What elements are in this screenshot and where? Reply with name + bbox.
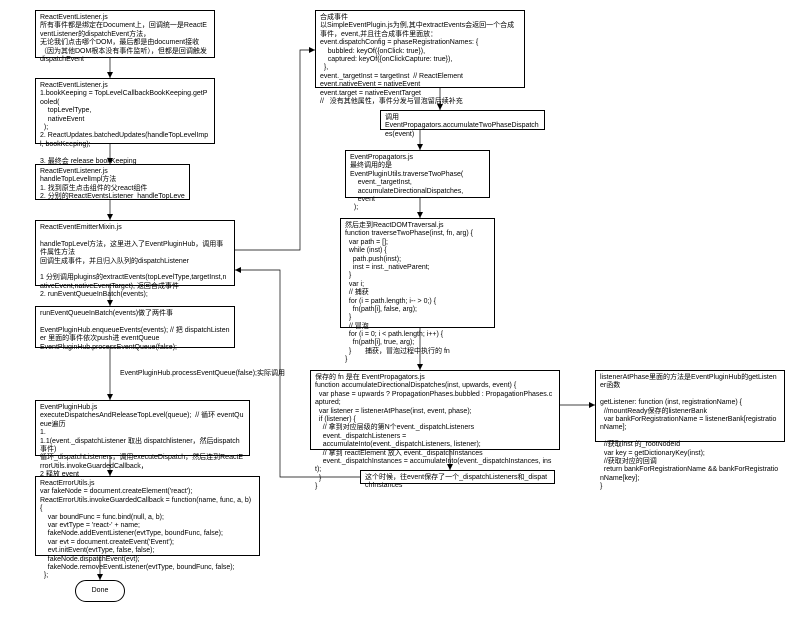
node-handle-top-level-impl: ReactEventListener.js handleTopLevelImpl… <box>35 164 190 200</box>
node-accumulate-directional: 保存的 fn 是在 EventPropagators.js function a… <box>310 370 560 450</box>
node-react-dom-traversal: 然后走到ReactDOMTraversal.js function traver… <box>340 218 495 328</box>
node-bookkeeping: ReactEventListener.js 1.bookKeeping = To… <box>35 78 215 144</box>
node-call-accumulate-two-phase: 调用 EventPropagators.accumulateTwoPhaseDi… <box>380 110 545 130</box>
node-event-saved-dispatch: 这个时候，往event保存了一个_dispatchListeners和_disp… <box>360 470 555 484</box>
node-event-emitter-mixin: ReactEventEmitterMixin.js handleTopLevel… <box>35 220 235 286</box>
node-done: Done <box>75 580 125 602</box>
node-react-error-utils: ReactErrorUtils.js var fakeNode = docume… <box>35 476 260 556</box>
label-capture-bubble-fn: 捕获，冒泡过程中执行的 fn <box>365 348 505 356</box>
node-event-plugin-hub-dispatch: EventPluginHub.js executeDispatchesAndRe… <box>35 400 250 456</box>
node-event-propagators-traverse: EventPropagators.js 最终调用的是 EventPluginUt… <box>345 150 490 198</box>
node-listener-at-phase: listenerAtPhase里面的方法是EventPluginHub的getL… <box>595 370 785 442</box>
node-synthetic-event: 合成事件 以SimpleEventPlugin.js为例,其中extractEv… <box>315 10 525 88</box>
node-run-event-queue-in-batch: runEventQueueInBatch(events)做了两件事 EventP… <box>35 306 235 348</box>
label-process-event-queue: EventPluginHub.processEventQueue(false);… <box>120 370 300 378</box>
node-react-event-listener-intro: ReactEventListener.js 所有事件都是绑定在Document上… <box>35 10 215 58</box>
